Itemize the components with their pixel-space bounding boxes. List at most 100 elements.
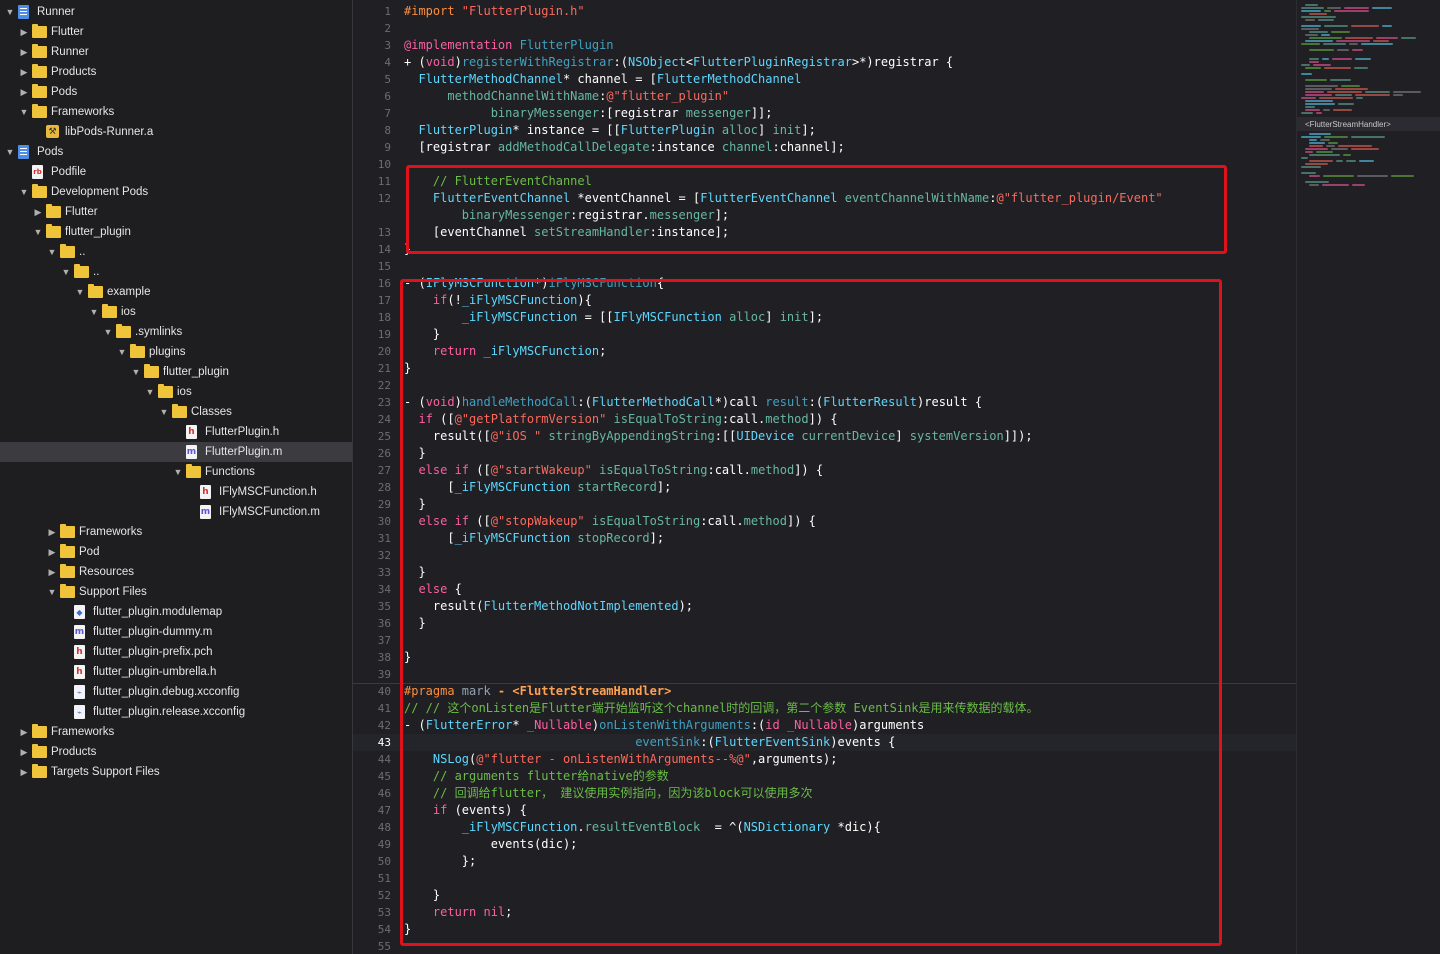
navigator-item[interactable]: ▼ ios bbox=[0, 382, 352, 402]
code-line[interactable]: 6 methodChannelWithName:@"flutter_plugin… bbox=[353, 88, 1296, 105]
minimap-code-line bbox=[1393, 94, 1403, 96]
code-line[interactable]: 7 binaryMessenger:[registrar messenger]]… bbox=[353, 105, 1296, 122]
minimap-code-line bbox=[1305, 151, 1313, 153]
disclosure-expanded-icon[interactable]: ▼ bbox=[172, 462, 184, 482]
disclosure-collapsed-icon[interactable]: ▶ bbox=[46, 542, 58, 562]
navigator-item[interactable]: ▶ Flutter bbox=[0, 22, 352, 42]
navigator-item[interactable]: ▼ Runner bbox=[0, 2, 352, 22]
navigator-item[interactable]: ▼ example bbox=[0, 282, 352, 302]
navigator-item-label: .. bbox=[79, 246, 86, 258]
disclosure-collapsed-icon[interactable]: ▶ bbox=[18, 742, 30, 762]
disclosure-expanded-icon[interactable]: ▼ bbox=[46, 582, 58, 602]
disclosure-collapsed-icon[interactable]: ▶ bbox=[18, 42, 30, 62]
disclosure-collapsed-icon[interactable]: ▶ bbox=[18, 62, 30, 82]
disclosure-expanded-icon[interactable]: ▼ bbox=[4, 142, 16, 162]
navigator-item[interactable]: ▶ Runner bbox=[0, 42, 352, 62]
navigator-item[interactable]: m IFlyMSCFunction.m bbox=[0, 502, 352, 522]
disclosure-expanded-icon[interactable]: ▼ bbox=[130, 362, 142, 382]
navigator-item[interactable]: ▼ plugins bbox=[0, 342, 352, 362]
line-number: 4 bbox=[384, 56, 391, 69]
navigator-item[interactable]: h flutter_plugin-prefix.pch bbox=[0, 642, 352, 662]
navigator-item[interactable]: ▼ Support Files bbox=[0, 582, 352, 602]
code-line[interactable]: 5 FlutterMethodChannel* channel = [Flutt… bbox=[353, 71, 1296, 88]
navigator-item[interactable]: ▼ flutter_plugin bbox=[0, 222, 352, 242]
navigator-item[interactable]: ▶ Resources bbox=[0, 562, 352, 582]
minimap-code-line bbox=[1354, 67, 1368, 69]
navigator-item[interactable]: ▼.. bbox=[0, 262, 352, 282]
navigator-item[interactable]: ▼.. bbox=[0, 242, 352, 262]
navigator-item[interactable]: rb Podfile bbox=[0, 162, 352, 182]
minimap-code-line bbox=[1305, 103, 1335, 105]
disclosure-collapsed-icon[interactable]: ▶ bbox=[18, 22, 30, 42]
navigator-item[interactable]: ▼ .symlinks bbox=[0, 322, 352, 342]
navigator-item[interactable]: ▶ Pod bbox=[0, 542, 352, 562]
navigator-item[interactable]: ▼ Classes bbox=[0, 402, 352, 422]
minimap-code-line bbox=[1305, 79, 1327, 81]
disclosure-expanded-icon[interactable]: ▼ bbox=[74, 282, 86, 302]
navigator-item[interactable]: ▶ Frameworks bbox=[0, 722, 352, 742]
navigator-item[interactable]: h FlutterPlugin.h bbox=[0, 422, 352, 442]
disclosure-expanded-icon[interactable]: ▼ bbox=[18, 102, 30, 122]
navigator-item[interactable]: ▼ Frameworks bbox=[0, 102, 352, 122]
disclosure-expanded-icon[interactable]: ▼ bbox=[46, 242, 58, 262]
navigator-item-label: Support Files bbox=[79, 586, 147, 598]
navigator-item-label: Pods bbox=[37, 146, 64, 158]
code-line[interactable]: 1 #import "FlutterPlugin.h" bbox=[353, 3, 1296, 20]
navigator-item[interactable]: ▼ flutter_plugin bbox=[0, 362, 352, 382]
line-number: 53 bbox=[377, 906, 391, 919]
disclosure-collapsed-icon[interactable]: ▶ bbox=[18, 82, 30, 102]
disclosure-collapsed-icon[interactable]: ▶ bbox=[32, 202, 44, 222]
navigator-item[interactable]: ▼ Pods bbox=[0, 142, 352, 162]
navigator-item[interactable]: ⌁ flutter_plugin.debug.xcconfig bbox=[0, 682, 352, 702]
navigator-item-label: Functions bbox=[205, 466, 255, 478]
navigator-item[interactable]: ▼ Development Pods bbox=[0, 182, 352, 202]
navigator-item[interactable]: ⚒ libPods-Runner.a bbox=[0, 122, 352, 142]
minimap-code-line bbox=[1361, 43, 1393, 45]
code-text: methodChannelWithName:@"flutter_plugin" bbox=[447, 89, 730, 103]
minimap-code-line bbox=[1318, 19, 1334, 21]
navigator-item-label: Products bbox=[51, 66, 97, 78]
code-line[interactable]: 4 + (void)registerWithRegistrar:(NSObject… bbox=[353, 54, 1296, 71]
navigator-item[interactable]: ⌁ flutter_plugin.release.xcconfig bbox=[0, 702, 352, 722]
code-line[interactable]: 3 @implementation FlutterPlugin bbox=[353, 37, 1296, 54]
disclosure-expanded-icon[interactable]: ▼ bbox=[88, 302, 100, 322]
navigator-item[interactable]: m FlutterPlugin.m bbox=[0, 442, 352, 462]
navigator-item[interactable]: ▶ Products bbox=[0, 742, 352, 762]
disclosure-expanded-icon[interactable]: ▼ bbox=[102, 322, 114, 342]
navigator-item[interactable]: ▼ Functions bbox=[0, 462, 352, 482]
code-line[interactable]: 8 FlutterPlugin* instance = [[FlutterPlu… bbox=[353, 122, 1296, 139]
navigator-item[interactable]: ◆ flutter_plugin.modulemap bbox=[0, 602, 352, 622]
disclosure-expanded-icon[interactable]: ▼ bbox=[4, 2, 16, 22]
code-line[interactable]: 2 bbox=[353, 20, 1296, 37]
minimap[interactable]: <FlutterStreamHandler> bbox=[1296, 0, 1440, 954]
navigator-item[interactable]: ▶ Pods bbox=[0, 82, 352, 102]
disclosure-expanded-icon[interactable]: ▼ bbox=[116, 342, 128, 362]
disclosure-expanded-icon[interactable]: ▼ bbox=[60, 262, 72, 282]
navigator-item[interactable]: ▶ Products bbox=[0, 62, 352, 82]
code-text: FlutterMethodChannel* channel = [Flutter… bbox=[418, 72, 802, 86]
navigator-item[interactable]: h IFlyMSCFunction.h bbox=[0, 482, 352, 502]
disclosure-expanded-icon[interactable]: ▼ bbox=[18, 182, 30, 202]
disclosure-collapsed-icon[interactable]: ▶ bbox=[46, 562, 58, 582]
disclosure-collapsed-icon[interactable]: ▶ bbox=[18, 722, 30, 742]
line-number: 44 bbox=[377, 753, 391, 766]
navigator-item[interactable]: ▼ ios bbox=[0, 302, 352, 322]
navigator-item[interactable]: h flutter_plugin-umbrella.h bbox=[0, 662, 352, 682]
minimap-code-line bbox=[1301, 73, 1312, 75]
navigator-item[interactable]: ▶ Flutter bbox=[0, 202, 352, 222]
disclosure-collapsed-icon[interactable]: ▶ bbox=[46, 522, 58, 542]
disclosure-expanded-icon[interactable]: ▼ bbox=[144, 382, 156, 402]
code-line[interactable]: 15 bbox=[353, 258, 1296, 275]
disclosure-collapsed-icon[interactable]: ▶ bbox=[18, 762, 30, 782]
disclosure-expanded-icon[interactable]: ▼ bbox=[158, 402, 170, 422]
navigator-item[interactable]: m flutter_plugin-dummy.m bbox=[0, 622, 352, 642]
code-line[interactable]: 9 [registrar addMethodCallDelegate:insta… bbox=[353, 139, 1296, 156]
navigator-item[interactable]: ▶ Targets Support Files bbox=[0, 762, 352, 782]
code-editor[interactable]: 1 #import "FlutterPlugin.h" 2 3 @implementat… bbox=[353, 0, 1296, 954]
navigator-item[interactable]: ▶ Frameworks bbox=[0, 522, 352, 542]
folder-icon bbox=[130, 344, 145, 358]
navigator-item-label: flutter_plugin-prefix.pch bbox=[93, 646, 213, 658]
navigator-item-label: Resources bbox=[79, 566, 134, 578]
disclosure-expanded-icon[interactable]: ▼ bbox=[32, 222, 44, 242]
minimap-code-line bbox=[1301, 7, 1324, 9]
